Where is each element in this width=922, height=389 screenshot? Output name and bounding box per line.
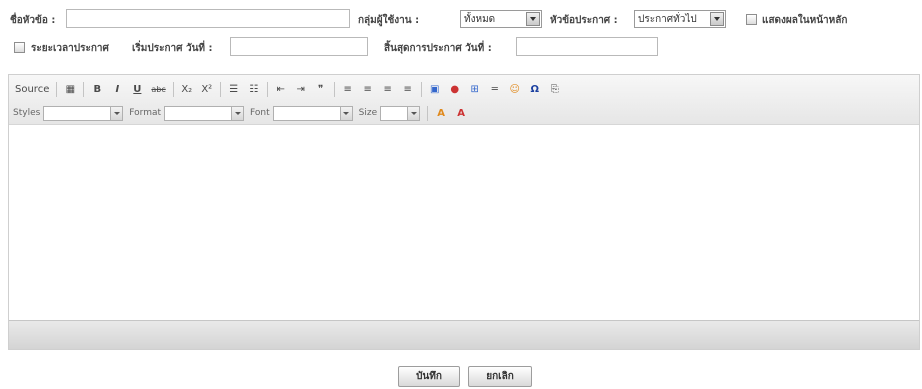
toolbar-separator [219, 81, 221, 97]
chevron-down-icon [110, 106, 123, 120]
topic-select-value: ประกาศทั่วไป [638, 13, 697, 25]
font-combo[interactable] [272, 105, 353, 121]
period-label: ระยะเวลาประกาศ [31, 43, 109, 54]
editor-statusbar [9, 320, 919, 349]
cancel-button[interactable]: ยกเลิก [468, 366, 532, 387]
save-button[interactable]: บันทึก [398, 366, 460, 387]
usergroup-select[interactable]: ทั้งหมด [460, 10, 542, 28]
chevron-down-icon [526, 12, 540, 26]
format-combo[interactable] [164, 105, 245, 121]
outdent-button[interactable]: ⇤ [273, 81, 289, 98]
rich-text-editor[interactable]: Source ▦ B I Uabc X₂ X² ☰ ☷ ⇤ ⇥ ❞ ≡ ≡ ≡ ≡ ▣ ● ⊞ ═ ☺ Ω ⎘ Styles… [8, 74, 920, 350]
toolbar-separator [172, 81, 174, 97]
align-justify-button[interactable]: ≡ [400, 81, 416, 98]
title-label: ชื่อหัวข้อ : [10, 15, 56, 26]
size-combo[interactable] [380, 105, 421, 121]
image-button[interactable]: ▣ [427, 81, 443, 98]
bold-button[interactable]: B [89, 81, 105, 98]
align-center-button[interactable]: ≡ [360, 81, 376, 98]
show-home-label: แสดงผลในหน้าหลัก [762, 15, 848, 26]
flash-button[interactable]: ● [447, 81, 463, 98]
toolbar-separator [333, 81, 335, 97]
pagebreak-button[interactable]: ⎘ [547, 81, 563, 98]
end-date-label: สิ้นสุดการประกาศ วันที่ : [384, 43, 492, 54]
format-label: Format [129, 108, 162, 118]
numbered-list-button[interactable]: ☰ [226, 81, 242, 98]
period-checkbox[interactable] [14, 42, 25, 53]
italic-button[interactable]: I [109, 81, 125, 98]
underline-button[interactable]: U [129, 81, 145, 98]
toolbar-separator [427, 105, 429, 121]
superscript-button[interactable]: X² [199, 81, 215, 98]
source-button[interactable]: Source [13, 81, 51, 98]
text-color-button[interactable]: A [433, 105, 449, 122]
chevron-down-icon [710, 12, 724, 26]
align-left-button[interactable]: ≡ [340, 81, 356, 98]
table-button[interactable]: ⊞ [467, 81, 483, 98]
title-input[interactable] [66, 9, 350, 28]
start-date-input[interactable] [230, 37, 368, 56]
editor-content-area[interactable] [9, 125, 919, 321]
size-label: Size [358, 108, 378, 118]
chevron-down-icon [231, 106, 244, 120]
templates-button[interactable]: ▦ [62, 81, 78, 98]
hr-button[interactable]: ═ [487, 81, 503, 98]
toolbar-separator [266, 81, 268, 97]
toolbar-separator [420, 81, 422, 97]
styles-label: Styles [13, 108, 41, 118]
styles-combo[interactable] [43, 105, 124, 121]
chevron-down-icon [339, 106, 352, 120]
align-right-button[interactable]: ≡ [380, 81, 396, 98]
toolbar-row-1: Source ▦ B I Uabc X₂ X² ☰ ☷ ⇤ ⇥ ❞ ≡ ≡ ≡ ≡ ▣ ● ⊞ ═ ☺ Ω ⎘ [13, 79, 567, 99]
indent-button[interactable]: ⇥ [293, 81, 309, 98]
font-label: Font [250, 108, 270, 118]
show-home-checkbox[interactable] [746, 14, 757, 25]
end-date-input[interactable] [516, 37, 658, 56]
chevron-down-icon [407, 106, 420, 120]
toolbar-row-2: Styles Format Font Size A A [13, 103, 473, 123]
usergroup-label: กลุ่มผู้ใช้งาน : [358, 15, 420, 26]
subscript-button[interactable]: X₂ [179, 81, 195, 98]
toolbar-separator [83, 81, 85, 97]
blockquote-button[interactable]: ❞ [313, 81, 329, 98]
toolbar-separator [56, 81, 58, 97]
editor-toolbar: Source ▦ B I Uabc X₂ X² ☰ ☷ ⇤ ⇥ ❞ ≡ ≡ ≡ ≡ ▣ ● ⊞ ═ ☺ Ω ⎘ Styles… [9, 75, 919, 125]
special-char-button[interactable]: Ω [527, 81, 543, 98]
strike-button[interactable]: abc [149, 81, 167, 98]
topic-label: หัวข้อประกาศ : [550, 15, 618, 26]
bulleted-list-button[interactable]: ☷ [246, 81, 262, 98]
topic-select[interactable]: ประกาศทั่วไป [634, 10, 726, 28]
start-date-label: เริ่มประกาศ วันที่ : [132, 43, 213, 54]
bg-color-button[interactable]: A [453, 105, 469, 122]
smiley-button[interactable]: ☺ [507, 81, 523, 98]
usergroup-select-value: ทั้งหมด [464, 13, 496, 25]
